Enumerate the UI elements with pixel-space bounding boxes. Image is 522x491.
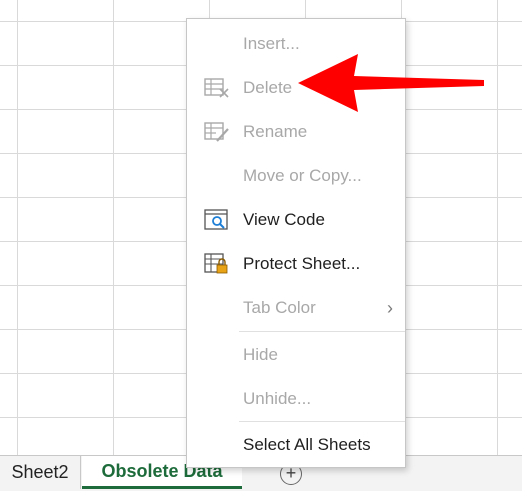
menu-item-move-or-copy[interactable]: Move or Copy... (187, 156, 405, 196)
menu-item-select-all-sheets[interactable]: Select All Sheets (187, 425, 405, 465)
menu-item-unhide[interactable]: Unhide... (187, 379, 405, 419)
menu-separator (239, 421, 405, 422)
menu-item-label: Protect Sheet... (243, 254, 361, 273)
menu-item-label: Select All Sheets (243, 435, 371, 454)
menu-item-view-code[interactable]: View Code (187, 200, 405, 240)
menu-item-label: Unhide... (243, 389, 312, 408)
menu-item-tab-color[interactable]: Tab Color › (187, 288, 405, 328)
menu-item-label: Tab Color (243, 298, 316, 317)
menu-item-label: Hide (243, 345, 278, 364)
rename-sheet-icon (204, 122, 229, 142)
menu-item-label: Move or Copy... (243, 166, 362, 185)
protect-sheet-icon (204, 253, 228, 274)
menu-item-label: View Code (243, 210, 325, 229)
view-code-icon (204, 209, 228, 230)
menu-separator (239, 331, 405, 332)
menu-item-label: Insert... (243, 34, 300, 53)
menu-item-rename[interactable]: Rename (187, 112, 405, 152)
menu-item-hide[interactable]: Hide (187, 335, 405, 375)
menu-item-label: Delete (243, 78, 293, 97)
menu-item-protect-sheet[interactable]: Protect Sheet... (187, 244, 405, 284)
red-arrow-annotation (298, 54, 484, 112)
tab-sheet2[interactable]: Sheet2 (0, 456, 81, 489)
delete-sheet-icon (204, 78, 229, 98)
menu-item-label: Rename (243, 122, 308, 141)
chevron-right-icon: › (387, 298, 393, 318)
